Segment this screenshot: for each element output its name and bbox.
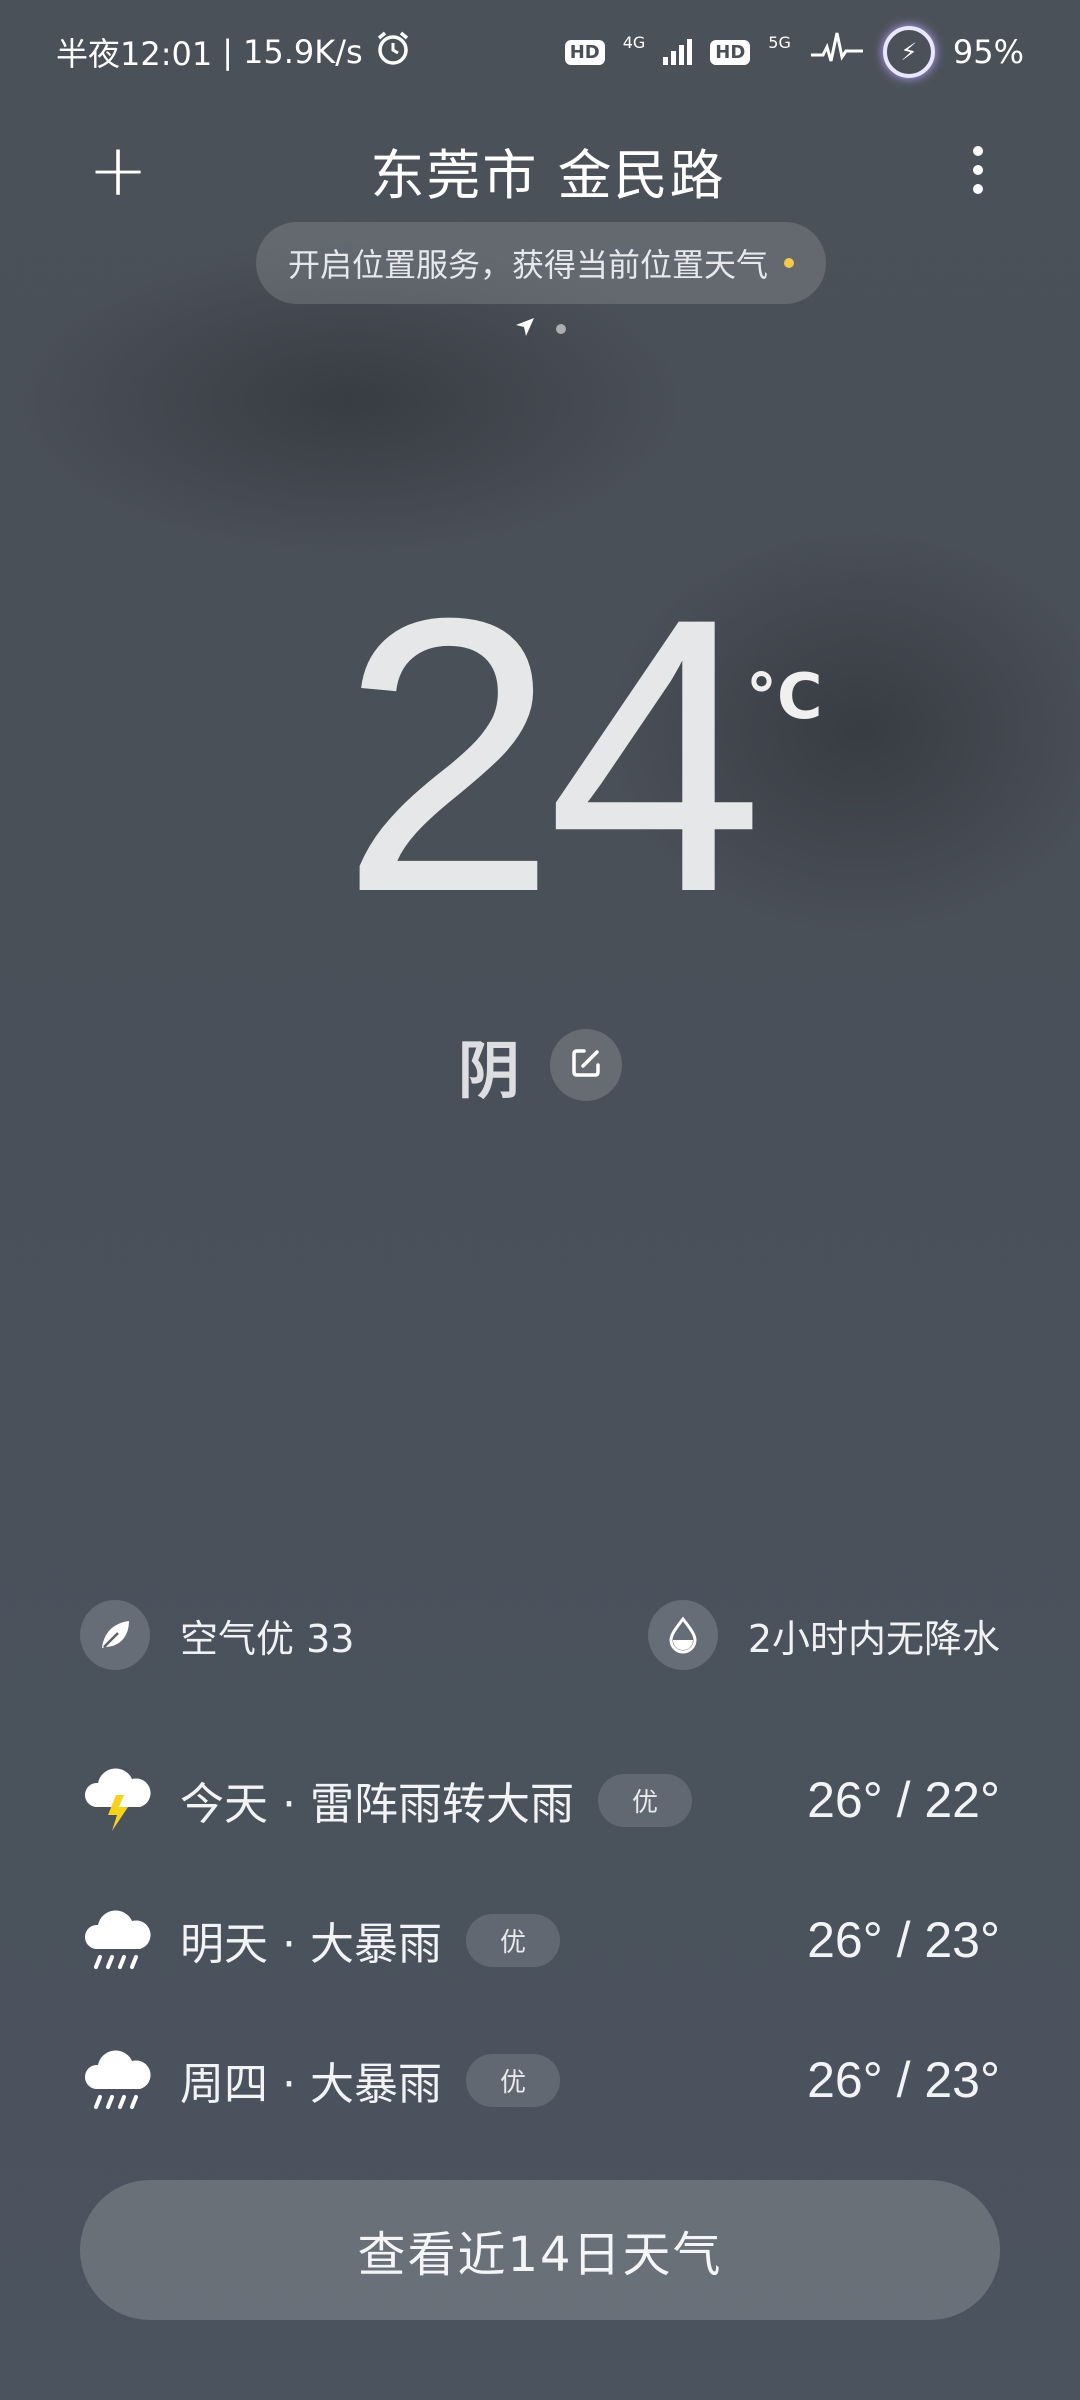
forecast-label: 明天 · 大暴雨 (180, 1919, 442, 1970)
water-drop-icon (647, 1600, 718, 1670)
heavy-rain-icon (80, 2042, 156, 2118)
current-temperature: 24 (340, 537, 764, 973)
current-weather: 24 °C (0, 560, 1080, 980)
location-service-banner[interactable]: 开启位置服务，获得当前位置天气 (256, 222, 826, 304)
precipitation-text: 2小时内无降水 (747, 1616, 1000, 1661)
signal-icon (663, 39, 693, 65)
air-quality-text: 空气优 33 (180, 1616, 355, 1661)
heavy-rain-icon (80, 1902, 156, 1978)
hd-badge: HD (710, 39, 751, 65)
weather-condition: 阴 (457, 1034, 520, 1107)
battery-charging-icon: ⚡ (882, 26, 935, 78)
temperature-unit: °C (746, 660, 823, 733)
forecast-row-tomorrow[interactable]: 明天 · 大暴雨 优 26° / 23° (80, 1870, 1000, 2010)
more-vertical-icon (972, 146, 983, 194)
forecast-row-thursday[interactable]: 周四 · 大暴雨 优 26° / 23° (80, 2010, 1000, 2150)
temp-range: 26° / 23° (807, 2052, 1000, 2108)
forecast-label: 今天 · 雷阵雨转大雨 (180, 1779, 574, 1830)
aqi-badge: 优 (465, 2053, 560, 2107)
status-separator: | (222, 33, 234, 71)
air-quality[interactable]: 空气优 33 (80, 1600, 354, 1670)
page-indicator (0, 316, 1080, 342)
battery-level: 95% (952, 33, 1024, 71)
signal-pulse-icon (809, 31, 865, 73)
network-speed: 15.9K/s (243, 33, 363, 71)
forecast-list: 今天 · 雷阵雨转大雨 优 26° / 22° 明天 · 大暴雨 优 26° /… (80, 1730, 1000, 2150)
city-title[interactable]: 东莞市 金民路 (370, 131, 725, 210)
edit-icon (568, 1045, 604, 1085)
forecast-label: 周四 · 大暴雨 (180, 2059, 442, 2110)
precipitation-info[interactable]: 2小时内无降水 (647, 1600, 1000, 1670)
alarm-icon (373, 28, 413, 76)
location-notice-text: 开启位置服务，获得当前位置天气 (287, 246, 768, 284)
info-row: 空气优 33 2小时内无降水 (80, 1595, 1000, 1675)
add-city-button[interactable]: + (88, 134, 148, 206)
temp-range: 26° / 22° (807, 1772, 1000, 1828)
hd-badge: HD (564, 39, 605, 65)
status-right: HD 4G HD 5G ⚡ 95% (564, 26, 1024, 78)
more-menu-button[interactable] (948, 140, 1008, 200)
plus-icon: + (87, 128, 149, 212)
forecast-row-today[interactable]: 今天 · 雷阵雨转大雨 优 26° / 22° (80, 1730, 1000, 1870)
temp-range: 26° / 23° (807, 1912, 1000, 1968)
page-dot (556, 324, 566, 334)
aqi-badge: 优 (597, 1773, 692, 1827)
edit-condition-button[interactable] (550, 1029, 622, 1101)
aqi-badge: 优 (465, 1913, 560, 1967)
view-14-day-forecast-button[interactable]: 查看近14日天气 (80, 2180, 1000, 2320)
condition-row: 阴 (0, 1020, 1080, 1110)
status-bar: 半夜12:01 | 15.9K/s HD 4G HD 5G ⚡ 95% (0, 0, 1080, 104)
notification-dot (784, 258, 794, 268)
network-type-1: 4G (622, 32, 646, 52)
network-type-2: 5G (768, 32, 791, 52)
header: + 东莞市 金民路 (0, 120, 1080, 220)
navigation-arrow-icon (514, 316, 536, 342)
status-left: 半夜12:01 | 15.9K/s (56, 28, 413, 76)
thunderstorm-icon (80, 1762, 156, 1838)
clock: 半夜12:01 (56, 35, 213, 73)
leaf-icon (80, 1600, 150, 1670)
